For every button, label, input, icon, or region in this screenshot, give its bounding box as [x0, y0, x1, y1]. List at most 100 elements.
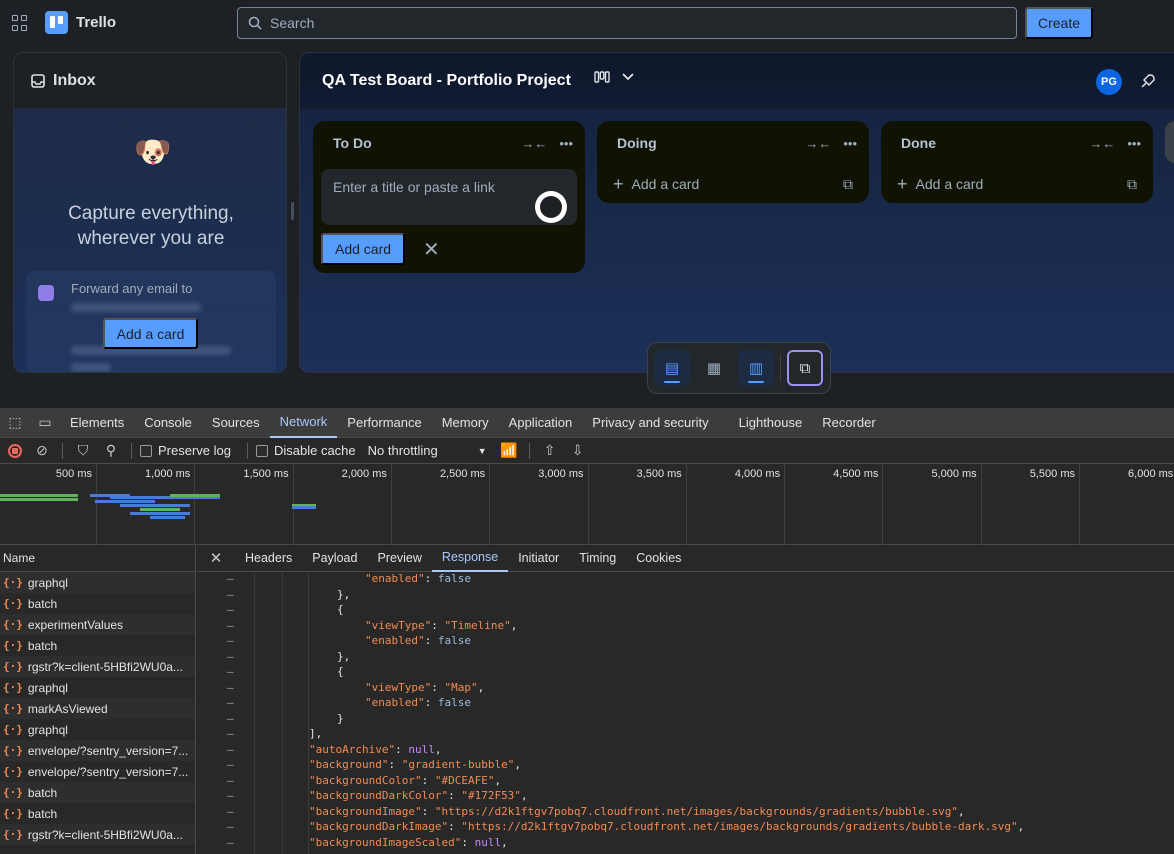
preserve-log-checkbox[interactable]: Preserve log	[140, 443, 231, 458]
timeline-gridline	[882, 464, 884, 545]
tab-lighthouse[interactable]: Lighthouse	[729, 408, 813, 438]
request-row[interactable]: {·} rgstr?k=client-5HBfi2WU0a...	[0, 824, 195, 845]
code-text: "backgroundImageScaled": null,	[309, 836, 508, 849]
disable-cache-label: Disable cache	[273, 443, 356, 458]
inbox-add-card-button[interactable]: Add a card	[103, 318, 198, 349]
board-toggle-icon[interactable]: ▥	[738, 350, 774, 386]
timeline-tick-label: 500 ms	[55, 468, 92, 480]
tab-preview[interactable]: Preview	[367, 545, 431, 572]
checkbox-box[interactable]	[255, 444, 268, 457]
tab-recorder[interactable]: Recorder	[812, 408, 885, 438]
network-conditions-icon[interactable]: 📶	[497, 442, 521, 459]
request-row[interactable]: {·} batch	[0, 782, 195, 803]
list-title[interactable]: Done	[901, 135, 1077, 151]
inspect-element-icon[interactable]: ⬚	[0, 414, 30, 431]
view-switcher[interactable]	[594, 71, 634, 83]
rocket-icon[interactable]	[1140, 73, 1156, 89]
tab-network[interactable]: Network	[269, 408, 338, 438]
tab-cookies[interactable]: Cookies	[626, 545, 691, 572]
tab-timing[interactable]: Timing	[569, 545, 626, 572]
trello-logo[interactable]: Trello	[45, 11, 116, 34]
request-row[interactable]: {·} experimentValues	[0, 614, 195, 635]
search-box[interactable]	[237, 7, 1017, 39]
record-stop-icon[interactable]	[8, 443, 22, 458]
tab-headers[interactable]: Headers	[235, 545, 302, 572]
tab-sources[interactable]: Sources	[202, 408, 270, 438]
more-icon[interactable]: •••	[843, 136, 857, 151]
code-line: – "backgroundColor": "#DCEAFE",	[197, 774, 1174, 790]
request-name: rgstr?k=client-5HBfi2WU0a...	[27, 827, 183, 842]
filter-icon[interactable]: ⛉	[71, 442, 95, 459]
code-text: "backgroundDarkColor": "#172F53",	[309, 789, 528, 802]
request-row[interactable]: {·} batch	[0, 803, 195, 824]
panel-resize-handle[interactable]	[291, 202, 294, 220]
throttling-select[interactable]: No throttling ▼	[368, 443, 487, 458]
request-row[interactable]: {·} rgstr?k=client-5HBfi2WU0a...	[0, 656, 195, 677]
add-card-button[interactable]: Add card	[321, 233, 406, 265]
app-switcher-icon[interactable]	[12, 15, 28, 31]
inbox-toggle-icon[interactable]: ▤	[654, 350, 690, 386]
request-row[interactable]: {·} markAsViewed	[0, 698, 195, 719]
add-card-row[interactable]: + Add a card ⧉	[597, 165, 869, 203]
name-column-header[interactable]: Name	[0, 545, 195, 572]
request-row[interactable]: {·} graphql	[0, 572, 195, 593]
list-header: To Do →← •••	[313, 121, 585, 165]
request-row[interactable]: {·} batch	[0, 593, 195, 614]
export-har-icon[interactable]: ⇩	[566, 442, 590, 459]
tab-privacy-security[interactable]: Privacy and security	[582, 408, 718, 438]
waterfall-bar	[292, 506, 316, 509]
json-string: "https://d2k1ftgv7pobq7.cloudfront.net/i…	[461, 820, 1018, 833]
board-title[interactable]: QA Test Board - Portfolio Project	[322, 72, 571, 90]
list-title[interactable]: To Do	[333, 135, 509, 151]
request-row[interactable]: {·} envelope/?sentry_version=7...	[0, 740, 195, 761]
switch-boards-icon[interactable]: ⧉	[787, 350, 823, 386]
calendar-icon[interactable]: ▦	[696, 350, 732, 386]
template-icon[interactable]: ⧉	[843, 176, 853, 193]
request-row[interactable]: {·} graphql	[0, 719, 195, 740]
code-line: – "background": "gradient-bubble",	[197, 758, 1174, 774]
loom-icon[interactable]	[535, 191, 567, 223]
request-row[interactable]: {·} graphql	[0, 677, 195, 698]
more-icon[interactable]: •••	[1127, 136, 1141, 151]
timeline-tick-label: 1,500 ms	[243, 468, 289, 480]
card-composer[interactable]	[321, 169, 577, 225]
tab-performance[interactable]: Performance	[337, 408, 431, 438]
avatar[interactable]: PG	[1096, 69, 1122, 95]
request-name: experimentValues	[27, 617, 124, 632]
create-button[interactable]: Create	[1025, 7, 1093, 39]
tab-console[interactable]: Console	[134, 408, 202, 438]
json-punct	[431, 696, 438, 709]
template-icon[interactable]: ⧉	[1127, 176, 1137, 193]
import-har-icon[interactable]: ⇧	[538, 442, 562, 459]
tab-response[interactable]: Response	[431, 545, 509, 572]
device-toolbar-icon[interactable]: ▭	[30, 414, 60, 431]
disable-cache-checkbox[interactable]: Disable cache	[255, 443, 356, 458]
checkbox-box[interactable]	[140, 444, 152, 457]
collapse-icon[interactable]: →←	[805, 136, 831, 151]
code-text: },	[337, 588, 350, 601]
close-icon[interactable]: ✕	[197, 549, 235, 567]
tab-elements[interactable]: Elements	[60, 408, 134, 438]
list-title[interactable]: Doing	[617, 135, 793, 151]
tab-application[interactable]: Application	[499, 408, 583, 438]
search-input[interactable]	[270, 15, 970, 31]
close-icon[interactable]: ✕	[423, 237, 440, 262]
add-list-stub[interactable]	[1165, 121, 1174, 163]
forward-text: Forward any email to	[71, 281, 193, 296]
response-body[interactable]: – "enabled": false –}, –{– "viewType": "Time…	[197, 572, 1174, 854]
collapse-icon[interactable]: →←	[1089, 136, 1115, 151]
more-icon[interactable]: •••	[559, 136, 573, 151]
tab-payload[interactable]: Payload	[302, 545, 367, 572]
tab-memory[interactable]: Memory	[432, 408, 499, 438]
request-row[interactable]: {·} envelope/?sentry_version=7...	[0, 761, 195, 782]
search-icon[interactable]: ⚲	[99, 442, 123, 459]
clear-icon[interactable]: ⊘	[30, 442, 54, 459]
add-card-row[interactable]: + Add a card ⧉	[881, 165, 1153, 203]
request-row[interactable]: {·} batch	[0, 635, 195, 656]
tab-initiator[interactable]: Initiator	[508, 545, 569, 572]
code-line: – "autoArchive": null,	[197, 743, 1174, 759]
request-list: {·} graphql {·} batch {·} experimentValues {·}…	[0, 572, 195, 845]
list-header: Doing →← •••	[597, 121, 869, 165]
network-overview-timeline[interactable]: 500 ms 1,000 ms 1,500 ms 2,000 ms 2,500 ms 3,…	[0, 464, 1174, 545]
collapse-icon[interactable]: →←	[521, 136, 547, 151]
